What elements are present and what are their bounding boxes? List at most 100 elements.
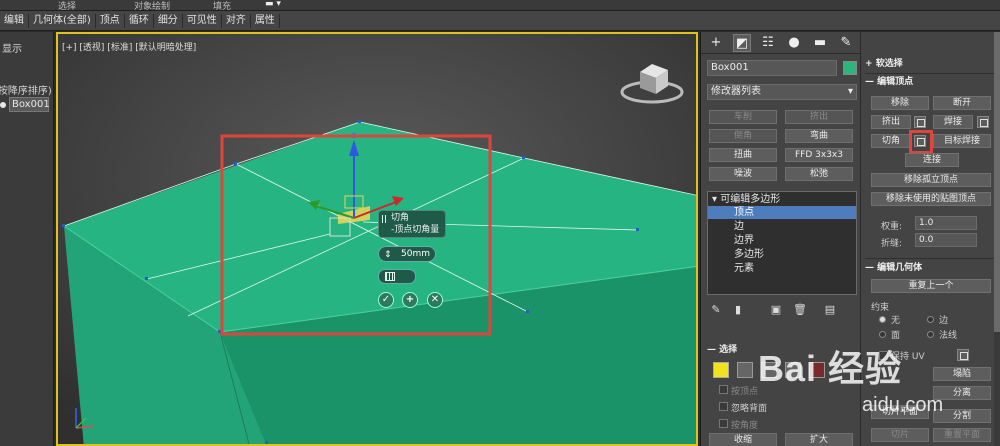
connect-button[interactable]: 连接 (905, 153, 959, 167)
chamfer-amount-value[interactable]: 50mm (401, 249, 430, 259)
collapse-icon: — (707, 345, 720, 355)
caddy-grip-icon[interactable] (382, 215, 386, 223)
modify-tab-icon[interactable]: ◩ (733, 34, 751, 52)
scene-object-item[interactable]: Box001 (9, 97, 50, 112)
collapse-icon[interactable]: ▾ (712, 194, 720, 205)
remove-isolated-button[interactable]: 移除孤立顶点 (871, 173, 991, 187)
crease-spinner[interactable]: 0.0 (915, 233, 977, 247)
break-button[interactable]: 断开 (933, 96, 991, 110)
caddy-chamfer-header: 切角 -顶点切角量 (378, 210, 446, 238)
expand-icon: + (865, 59, 876, 69)
stack-item-border[interactable]: 边界 (708, 234, 856, 247)
remove-button[interactable]: 移除 (871, 96, 929, 110)
constraint-none-label: 无 (891, 316, 901, 326)
constraints-label: 约束 (871, 303, 890, 313)
stack-item-polygon[interactable]: 多边形 (708, 248, 856, 261)
ribbon-vertices[interactable]: 顶点 (96, 13, 125, 28)
edit-vertices-rollout[interactable]: — 编辑顶点 (865, 75, 913, 89)
weight-spinner[interactable]: 1.0 (915, 216, 977, 230)
chamfer-amount-spinner[interactable]: ⇕ 50mm (378, 246, 436, 262)
caddy-cancel-button[interactable]: ✕ (427, 292, 443, 308)
constraint-edge-label: 边 (939, 316, 949, 326)
ffd-button[interactable]: FFD 3x3x3 (785, 148, 853, 162)
motion-tab-icon[interactable]: ● (785, 34, 803, 52)
weight-label: 权重: (881, 222, 903, 232)
visibility-icon[interactable] (0, 102, 6, 108)
ribbon-visibility[interactable]: 可见性 (183, 13, 222, 28)
modifier-list-label: 修改器列表 (711, 86, 761, 97)
pin-stack-icon[interactable]: ✎ (709, 303, 723, 317)
remove-unused-map-button[interactable]: 移除未使用的贴图顶点 (871, 192, 991, 206)
ribbon-loops[interactable]: 循环 (125, 13, 154, 28)
bend-button[interactable]: 弯曲 (785, 129, 853, 143)
stack-item-vertex[interactable]: 顶点 (708, 206, 856, 219)
modifier-list-dropdown[interactable]: 修改器列表 ▾ (707, 84, 857, 100)
extrude-mod-button[interactable]: 挤出 (785, 110, 853, 124)
by-angle-checkbox[interactable] (719, 419, 728, 428)
configure-sets-icon[interactable]: ▤ (823, 303, 837, 317)
create-tab-icon[interactable]: + (707, 34, 725, 52)
ignore-backfacing-checkbox[interactable] (719, 402, 728, 411)
divider (865, 258, 995, 259)
constraint-none-radio[interactable] (879, 316, 886, 323)
scrollbar-thumb[interactable] (994, 32, 1000, 332)
select-rollout-title[interactable]: — 选择 (707, 343, 737, 357)
stack-item-element[interactable]: 元素 (708, 262, 856, 275)
divider (865, 73, 995, 74)
ribbon-align[interactable]: 对齐 (222, 13, 251, 28)
chamfer-settings-highlight (909, 130, 933, 154)
watermark: Bai 经验 aidu.com (734, 330, 1000, 446)
by-vertex-checkbox[interactable] (719, 385, 728, 394)
constraint-edge-radio[interactable] (927, 316, 934, 323)
watermark-text: Bai 经验 (758, 348, 903, 389)
modifier-stack[interactable]: ▾ 可编辑多边形 顶点 边 边界 多边形 元素 (707, 191, 857, 295)
edit-geometry-rollout[interactable]: — 编辑几何体 (865, 261, 922, 275)
extrude-settings-icon[interactable] (914, 116, 926, 128)
stack-item-edge[interactable]: 边 (708, 220, 856, 233)
menu-bar: 选择 对象绘制 填充 ▬ ▾ (0, 0, 1000, 12)
ribbon-toolbar: 编辑 几何体(全部) 顶点 循环 细分 可见性 对齐 属性 (0, 11, 1000, 31)
target-weld-button[interactable]: 目标焊接 (933, 134, 991, 148)
caddy-subtitle: -顶点切角量 (391, 225, 440, 235)
caddy-ok-button[interactable]: ✓ (378, 292, 394, 308)
ribbon-subdivision[interactable]: 细分 (154, 13, 183, 28)
utilities-tab-icon[interactable]: ✎ (837, 34, 855, 52)
scene-explorer: 显示 (按降序排序) Box001 (0, 32, 54, 446)
viewport-label[interactable]: [+] [透视] [标准] [默认明暗处理] (62, 40, 196, 53)
repeat-last-button[interactable]: 重复上一个 (871, 279, 991, 293)
caddy-options[interactable] (378, 269, 416, 284)
twist-button[interactable]: 扭曲 (709, 148, 777, 162)
weld-button[interactable]: 焊接 (933, 115, 973, 129)
display-label[interactable]: 显示 (2, 40, 22, 55)
display-tab-icon[interactable]: ▬ (811, 34, 829, 52)
remove-modifier-icon[interactable]: 🗑 (793, 303, 807, 317)
bevel-button[interactable]: 倒角 (709, 129, 777, 143)
stack-toolbar: ✎ ▮ ▣ 🗑 ▤ (707, 303, 857, 319)
extrude-button[interactable]: 挤出 (871, 115, 911, 129)
lathe-button[interactable]: 车削 (709, 110, 777, 124)
hierarchy-tab-icon[interactable]: ☷ (759, 34, 777, 52)
ribbon-geometry-all[interactable]: 几何体(全部) (29, 13, 96, 28)
sort-label[interactable]: (按降序排序) (0, 82, 52, 97)
relax-button[interactable]: 松弛 (785, 167, 853, 181)
perspective-viewport[interactable]: z [+] [透视] [标准] [默认明暗处理] 切角 -顶点切角量 ⇕ 50m… (56, 32, 698, 446)
noise-button[interactable]: 噪波 (709, 167, 777, 181)
grid-icon[interactable] (385, 272, 395, 281)
stack-root[interactable]: ▾ 可编辑多边形 (708, 193, 856, 206)
spinner-arrows-icon[interactable]: ⇕ (384, 248, 392, 262)
show-end-result-icon[interactable]: ▮ (731, 303, 745, 317)
soft-selection-rollout[interactable]: + 软选择 (865, 57, 903, 71)
crease-label: 折缝: (881, 239, 903, 249)
vertex-mode-icon[interactable] (713, 362, 729, 378)
object-color-swatch[interactable] (843, 61, 857, 75)
dropdown-icon[interactable]: ▬ ▾ (265, 0, 281, 9)
ribbon-properties[interactable]: 属性 (251, 13, 280, 28)
viewport-scene[interactable]: z (58, 34, 698, 446)
caddy-apply-button[interactable]: + (402, 292, 418, 308)
ribbon-edit[interactable]: 编辑 (0, 13, 29, 28)
watermark-url: aidu.com (862, 394, 944, 416)
chamfer-button[interactable]: 切角 (871, 134, 911, 148)
make-unique-icon[interactable]: ▣ (769, 303, 783, 317)
weld-settings-icon[interactable] (977, 116, 989, 128)
object-name-field[interactable]: Box001 (707, 60, 837, 76)
